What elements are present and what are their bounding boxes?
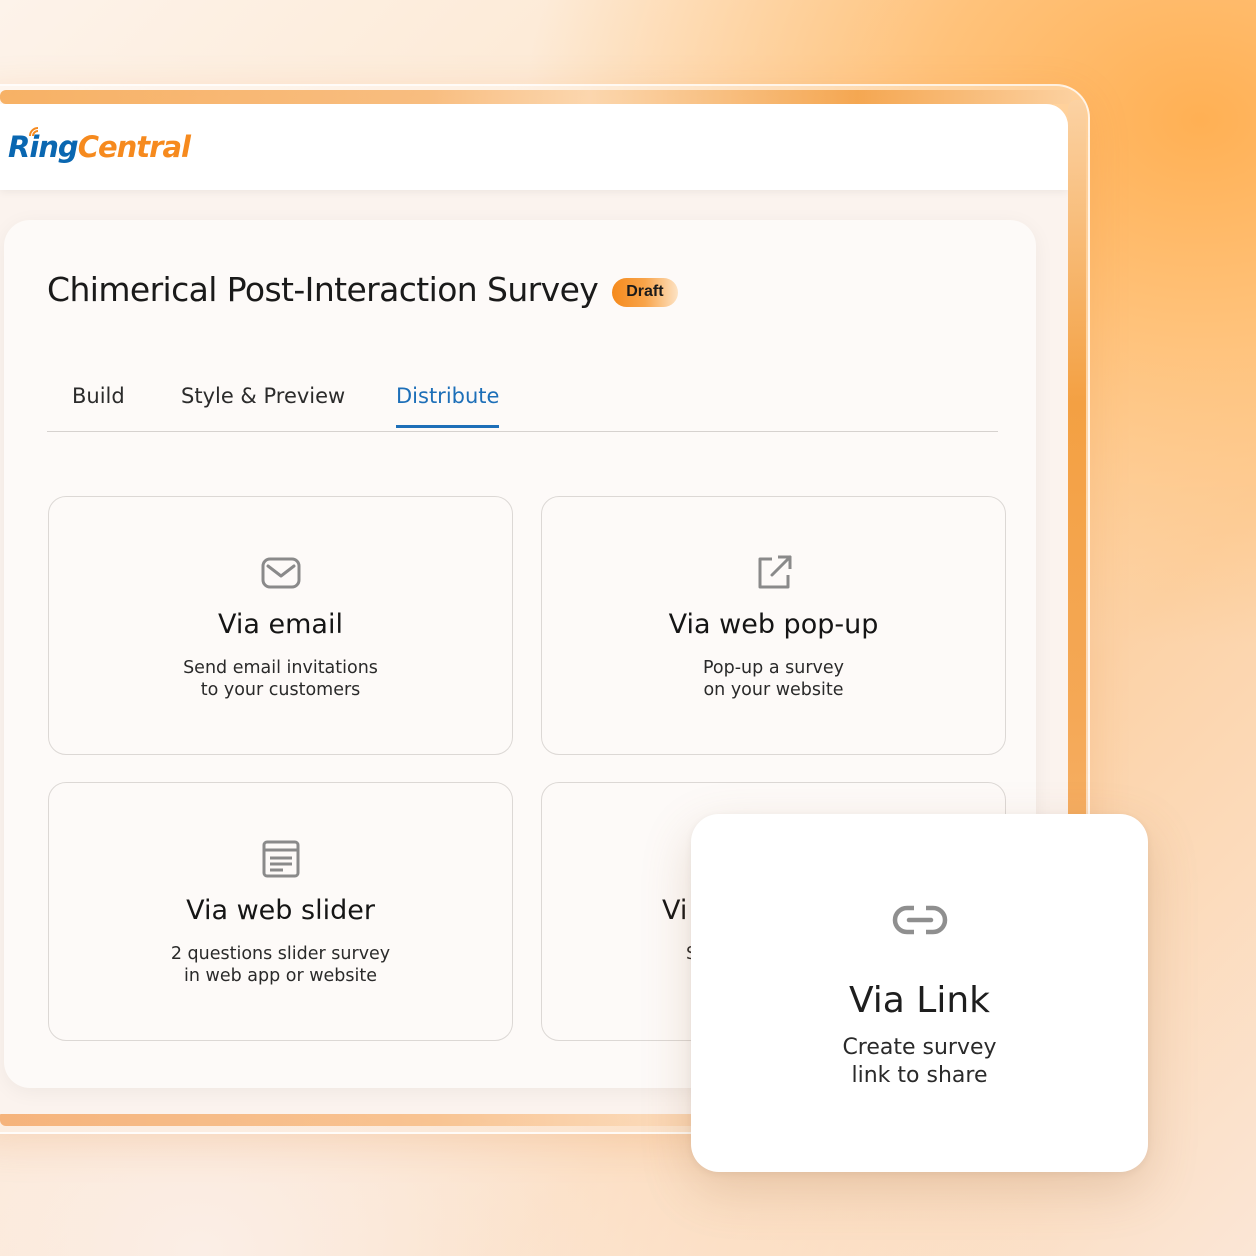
link-card-desc-line: link to share xyxy=(851,1063,988,1088)
option-description: Pop-up a survey on your website xyxy=(542,657,1005,701)
logo-central-text: Central xyxy=(77,130,191,164)
option-description: 2 questions slider survey in web app or … xyxy=(49,943,512,987)
logo-ring-text: Ring xyxy=(8,130,79,164)
header-bar: Ring Central xyxy=(0,104,1068,190)
option-title: Via web pop-up xyxy=(668,609,879,640)
option-title: Via email xyxy=(218,609,343,640)
option-description: Send email invitations to your customers xyxy=(49,657,512,701)
option-desc-line: on your website xyxy=(703,680,844,700)
option-via-link-card[interactable]: Via Link Create survey link to share xyxy=(691,814,1148,1172)
ringcentral-logo[interactable]: Ring Central xyxy=(8,127,191,164)
option-desc-line: 2 questions slider survey xyxy=(170,944,391,964)
option-desc-line: Pop-up a survey xyxy=(703,658,844,678)
frame-glow-top xyxy=(0,90,1072,104)
page-title: Chimerical Post-Interaction Survey xyxy=(47,270,599,309)
envelope-icon xyxy=(261,557,300,589)
tab-build[interactable]: Build xyxy=(72,384,125,425)
option-desc-line: Send email invitations xyxy=(183,658,378,678)
wifi-icon xyxy=(29,127,39,137)
option-via-web-popup[interactable]: Via web pop-up Pop-up a survey on your w… xyxy=(541,496,1006,755)
status-badge: Draft xyxy=(612,278,678,307)
link-card-description: Create survey link to share xyxy=(691,1034,1148,1090)
link-card-desc-line: Create survey xyxy=(842,1035,997,1060)
title-row: Chimerical Post-Interaction Survey Draft xyxy=(47,270,678,309)
option-via-email[interactable]: Via email Send email invitations to your… xyxy=(48,496,513,755)
tab-style-preview[interactable]: Style & Preview xyxy=(181,384,345,425)
link-icon xyxy=(892,905,947,935)
option-desc-line: to your customers xyxy=(200,680,361,700)
option-via-web-slider[interactable]: Via web slider 2 questions slider survey… xyxy=(48,782,513,1041)
option-title: Via web slider xyxy=(186,895,375,926)
document-list-icon xyxy=(262,840,299,878)
option-desc-line: in web app or website xyxy=(183,966,378,986)
option-title: Vi xyxy=(662,895,688,926)
external-link-icon xyxy=(758,555,791,589)
tab-distribute[interactable]: Distribute xyxy=(396,384,500,428)
link-card-title: Via Link xyxy=(848,980,991,1021)
tab-bar: Build Style & Preview Distribute xyxy=(47,380,998,432)
